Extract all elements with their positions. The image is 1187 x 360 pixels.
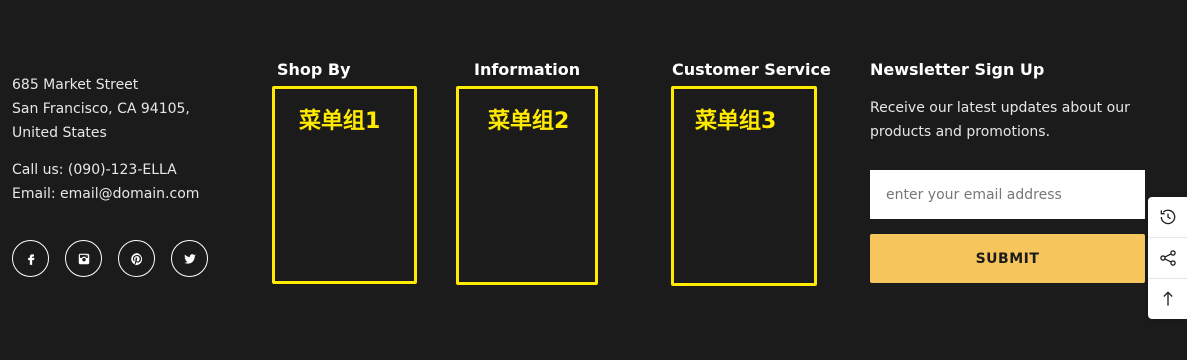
address-line-1: 685 Market Street [12,77,139,93]
share-button[interactable] [1148,238,1187,279]
footer: 685 Market Street San Francisco, CA 9410… [0,0,1187,360]
newsletter-submit-button[interactable]: SUBMIT [870,234,1145,283]
share-icon [1159,250,1176,266]
instagram-link[interactable] [65,240,102,277]
recently-viewed-button[interactable] [1148,197,1187,238]
menu-group-3-placeholder: 菜单组3 [671,86,817,286]
facebook-link[interactable] [12,240,49,277]
information-heading: Information [474,60,581,79]
side-toolbar [1148,197,1187,319]
twitter-icon [183,253,196,264]
facebook-icon [27,253,34,265]
social-links [12,240,208,277]
history-icon [1160,209,1175,225]
twitter-link[interactable] [171,240,208,277]
menu-group-2-placeholder: 菜单组2 [456,86,598,285]
back-to-top-button[interactable] [1148,279,1187,319]
instagram-icon [78,253,89,264]
newsletter-email-input[interactable] [870,170,1145,219]
arrow-up-icon [1162,291,1173,306]
newsletter-heading: Newsletter Sign Up [870,60,1045,79]
address-line-2: San Francisco, CA 94105, [12,101,190,117]
menu-group-1-label: 菜单组1 [299,109,381,134]
customer-service-heading: Customer Service [672,60,831,79]
pinterest-icon [130,252,142,265]
newsletter-description: Receive our latest updates about our pro… [870,100,1130,140]
email-text: Email: email@domain.com [12,186,200,202]
menu-group-1-placeholder: 菜单组1 [272,86,417,284]
address-line-3: United States [12,125,107,141]
menu-group-3-label: 菜单组3 [695,109,777,134]
shop-by-heading: Shop By [277,60,351,79]
pinterest-link[interactable] [118,240,155,277]
contact-info: 685 Market Street San Francisco, CA 9410… [12,73,252,206]
phone-text: Call us: (090)-123-ELLA [12,162,177,178]
menu-group-2-label: 菜单组2 [488,109,570,134]
